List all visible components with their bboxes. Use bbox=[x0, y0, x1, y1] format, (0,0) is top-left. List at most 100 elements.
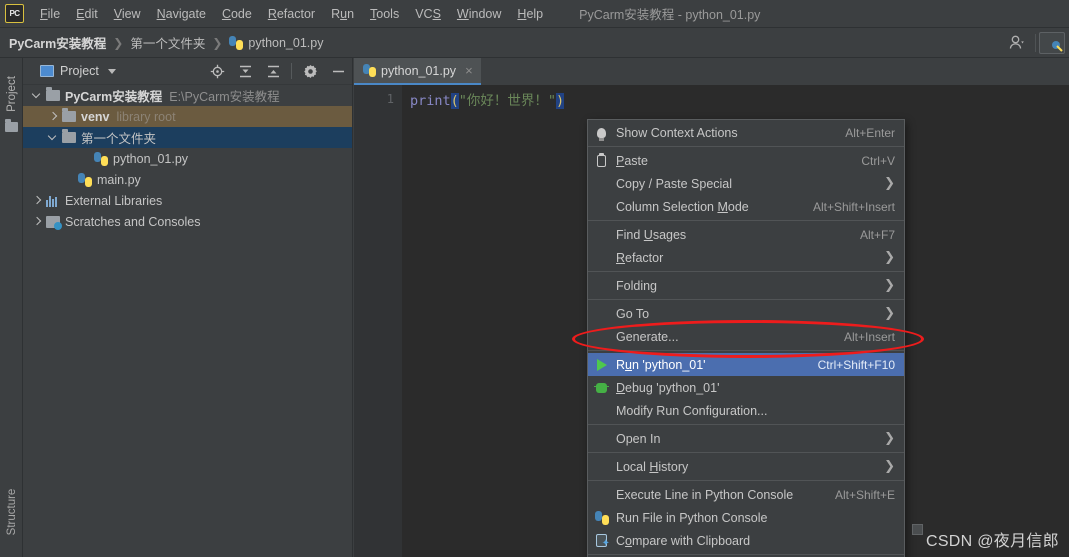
context-menu-separator bbox=[588, 480, 904, 481]
python-file-icon bbox=[229, 35, 244, 50]
chevron-down-icon[interactable] bbox=[107, 68, 116, 74]
menu-icon-placeholder bbox=[593, 226, 610, 243]
context-menu-item[interactable]: Find Usages Alt+F7 bbox=[588, 223, 904, 246]
locate-icon[interactable] bbox=[206, 61, 228, 81]
context-menu-item[interactable]: Modify Run Configuration... bbox=[588, 399, 904, 422]
chevron-down-icon[interactable] bbox=[33, 91, 42, 100]
context-menu-item[interactable]: Local History ❯ bbox=[588, 455, 904, 478]
context-menu-item[interactable]: Generate... Alt+Insert bbox=[588, 325, 904, 348]
expand-all-icon[interactable] bbox=[234, 61, 256, 81]
tree-row-secondary-label: library root bbox=[116, 109, 176, 124]
code-token-function: print bbox=[410, 93, 451, 109]
context-menu-separator bbox=[588, 350, 904, 351]
lightbulb-icon bbox=[593, 124, 610, 141]
project-panel-header: Project bbox=[23, 58, 352, 85]
breadcrumb-separator: ❯ bbox=[212, 35, 223, 50]
context-menu-item-label: Refactor bbox=[616, 250, 664, 265]
project-tree: PyCarm安装教程 E:\PyCarm安装教程 venv library root 第… bbox=[23, 85, 352, 232]
menu-icon-placeholder bbox=[593, 402, 610, 419]
menu-icon-placeholder bbox=[593, 249, 610, 266]
menu-code[interactable]: Code bbox=[214, 4, 260, 24]
search-everywhere-icon[interactable] bbox=[1039, 31, 1065, 54]
context-menu-item-label: Compare with Clipboard bbox=[616, 533, 751, 548]
tree-row-label: main.py bbox=[97, 172, 141, 187]
context-menu-item[interactable]: Copy / Paste Special ❯ bbox=[588, 172, 904, 195]
context-menu-item[interactable]: Refactor ❯ bbox=[588, 246, 904, 269]
menu-icon-placeholder bbox=[593, 458, 610, 475]
context-menu-item[interactable]: Column Selection Mode Alt+Shift+Insert bbox=[588, 195, 904, 218]
context-menu-item[interactable]: Compare with Clipboard bbox=[588, 529, 904, 552]
menu-view[interactable]: View bbox=[106, 4, 149, 24]
chevron-right-icon[interactable] bbox=[49, 112, 58, 121]
context-menu-item-label: Modify Run Configuration... bbox=[616, 403, 768, 418]
settings-gear-icon[interactable] bbox=[299, 61, 321, 81]
breadcrumb-item-0[interactable]: PyCarm安装教程 bbox=[9, 33, 106, 52]
project-view-icon bbox=[40, 65, 54, 77]
tree-row[interactable]: PyCarm安装教程 E:\PyCarm安装教程 bbox=[23, 85, 352, 106]
editor-tab-python01[interactable]: python_01.py × bbox=[354, 58, 481, 85]
tree-row[interactable]: 第一个文件夹 bbox=[23, 127, 352, 148]
context-menu-item[interactable]: Folding ❯ bbox=[588, 274, 904, 297]
menu-edit[interactable]: Edit bbox=[68, 4, 106, 24]
context-menu-item[interactable]: Paste Ctrl+V bbox=[588, 149, 904, 172]
context-menu-item[interactable]: Show Context Actions Alt+Enter bbox=[588, 121, 904, 144]
close-icon[interactable]: × bbox=[465, 64, 473, 77]
menu-help[interactable]: Help bbox=[509, 4, 551, 24]
menu-refactor[interactable]: Refactor bbox=[260, 4, 323, 24]
chevron-right-icon: ❯ bbox=[884, 306, 895, 321]
editor-tab-label: python_01.py bbox=[381, 63, 457, 78]
user-account-icon[interactable] bbox=[1002, 30, 1032, 56]
chevron-right-icon[interactable] bbox=[33, 217, 42, 226]
menu-window[interactable]: Window bbox=[449, 4, 509, 24]
tree-row[interactable]: Scratches and Consoles bbox=[23, 211, 352, 232]
collapse-all-icon[interactable] bbox=[262, 61, 284, 81]
toolstrip-structure-label[interactable]: Structure bbox=[6, 484, 18, 540]
folder-icon[interactable] bbox=[5, 119, 18, 132]
context-menu-item-label: Show Context Actions bbox=[616, 125, 738, 140]
menu-tools[interactable]: Tools bbox=[362, 4, 407, 24]
breadcrumb-item-1[interactable]: 第一个文件夹 bbox=[130, 33, 205, 52]
tree-row[interactable]: python_01.py bbox=[23, 148, 352, 169]
window-title: PyCarm安装教程 - python_01.py bbox=[579, 8, 761, 22]
context-menu-item[interactable]: Run 'python_01' Ctrl+Shift+F10 bbox=[588, 353, 904, 376]
chevron-right-icon[interactable] bbox=[33, 196, 42, 205]
editor-context-menu[interactable]: Show Context Actions Alt+Enter Paste Ctrl+V… bbox=[587, 119, 905, 557]
context-menu-separator bbox=[588, 424, 904, 425]
context-menu-item-shortcut: Alt+Shift+Insert bbox=[812, 199, 895, 214]
python-file-icon bbox=[363, 64, 376, 77]
breadcrumb-separator: ❯ bbox=[113, 35, 124, 50]
context-menu-separator bbox=[588, 452, 904, 453]
clipboard-icon bbox=[593, 152, 610, 169]
context-menu-item[interactable]: Execute Line in Python Console Alt+Shift+… bbox=[588, 483, 904, 506]
breadcrumb-label: 第一个文件夹 bbox=[130, 37, 206, 51]
tree-row[interactable]: venv library root bbox=[23, 106, 352, 127]
tree-row-label: 第一个文件夹 bbox=[81, 132, 157, 146]
menu-file[interactable]: File bbox=[32, 4, 68, 24]
breadcrumb-item-2[interactable]: python_01.py bbox=[229, 35, 323, 50]
context-menu-item-label: Open In bbox=[616, 431, 661, 446]
context-menu-item-label: Run 'python_01' bbox=[616, 357, 706, 372]
main-menu-bar: PC File Edit View Navigate Code Refactor Run To… bbox=[0, 0, 1069, 28]
context-menu-item-shortcut: Alt+Shift+E bbox=[834, 487, 895, 502]
context-menu-item-label: Go To bbox=[616, 306, 650, 321]
context-menu-item[interactable]: Go To ❯ bbox=[588, 302, 904, 325]
context-menu-item-shortcut: Ctrl+Shift+F10 bbox=[817, 357, 895, 372]
context-menu-item[interactable]: Open In ❯ bbox=[588, 427, 904, 450]
menu-vcs[interactable]: VCS bbox=[407, 4, 449, 24]
tree-row-label: venv bbox=[81, 109, 110, 124]
context-menu-item-label: Paste bbox=[616, 153, 648, 168]
python-file-icon bbox=[78, 172, 92, 187]
tree-row-label: External Libraries bbox=[65, 193, 163, 208]
context-menu-item[interactable]: Debug 'python_01' bbox=[588, 376, 904, 399]
breadcrumb-label: PyCarm安装教程 bbox=[9, 37, 107, 51]
menu-run[interactable]: Run bbox=[323, 4, 362, 24]
toolstrip-project-label[interactable]: Project bbox=[6, 70, 18, 118]
tree-row[interactable]: External Libraries bbox=[23, 190, 352, 211]
context-menu-item[interactable]: Run File in Python Console bbox=[588, 506, 904, 529]
context-menu-item-label: Local History bbox=[616, 459, 689, 474]
menu-navigate[interactable]: Navigate bbox=[149, 4, 214, 24]
left-tool-window-strip: Project Structure bbox=[0, 58, 23, 557]
hide-panel-icon[interactable] bbox=[327, 61, 349, 81]
chevron-down-icon[interactable] bbox=[49, 133, 58, 142]
tree-row[interactable]: main.py bbox=[23, 169, 352, 190]
